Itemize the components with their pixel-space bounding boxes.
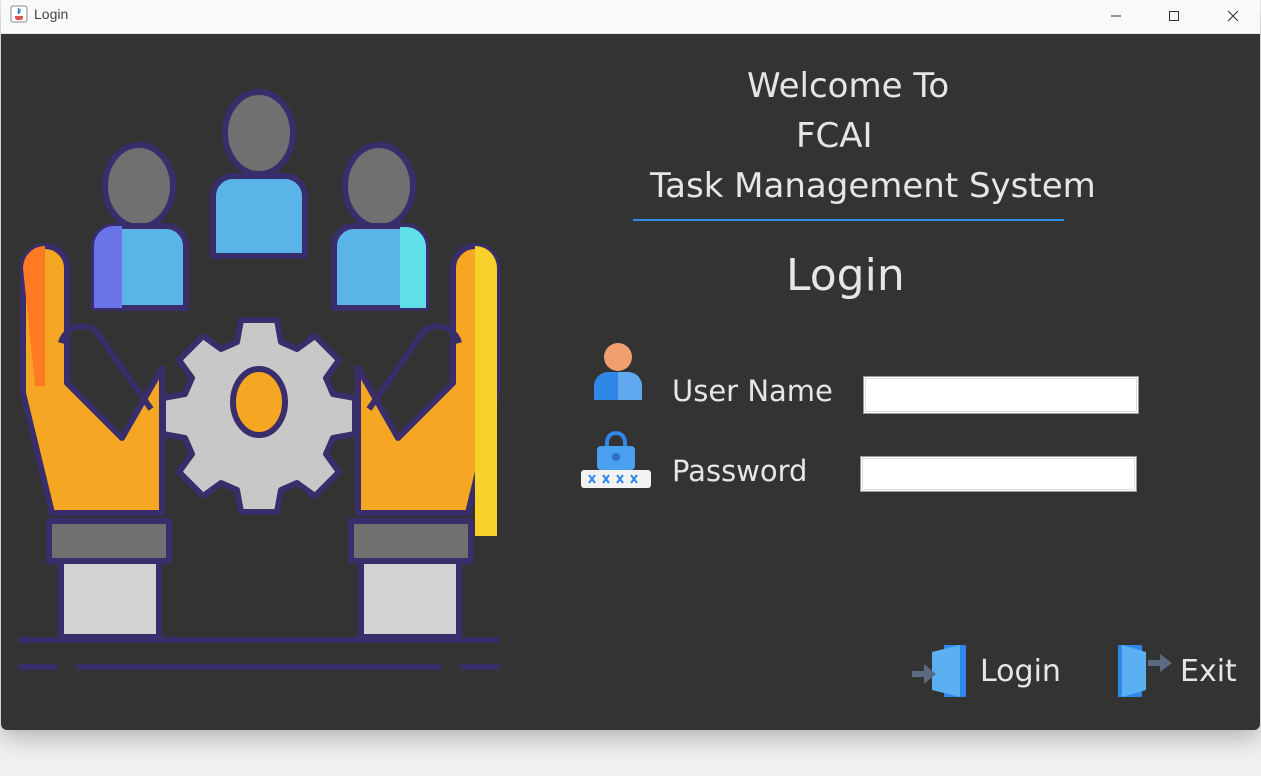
window-title: Login [34,6,69,22]
maximize-icon [1169,11,1179,21]
team-hands-gear-illustration [19,89,500,670]
close-button[interactable] [1210,4,1256,28]
login-title: Login [786,250,905,301]
exit-button-label: Exit [1180,653,1237,689]
password-lock-icon [581,431,651,488]
username-input[interactable] [863,376,1139,414]
login-button[interactable]: Login [910,642,1061,700]
exit-button[interactable]: Exit [1116,642,1237,700]
username-label: User Name [672,374,833,408]
header-divider [633,219,1064,221]
password-label: Password [672,454,808,488]
login-button-label: Login [980,653,1061,689]
java-app-icon [10,5,28,23]
faculty-heading: FCAI [796,116,873,156]
maximize-button[interactable] [1151,4,1197,28]
sign-in-door-icon [912,645,966,697]
title-bar[interactable]: Login [1,0,1260,34]
sign-out-door-icon [1118,645,1172,697]
login-window: Login Welcome To FCAI Task Management Sy… [1,0,1260,730]
user-icon [594,343,642,400]
password-input[interactable] [860,456,1137,492]
minimize-button[interactable] [1093,4,1139,28]
close-icon [1227,10,1239,22]
system-name-heading: Task Management System [650,166,1096,206]
welcome-heading: Welcome To [747,66,950,106]
minimize-icon [1111,15,1121,17]
